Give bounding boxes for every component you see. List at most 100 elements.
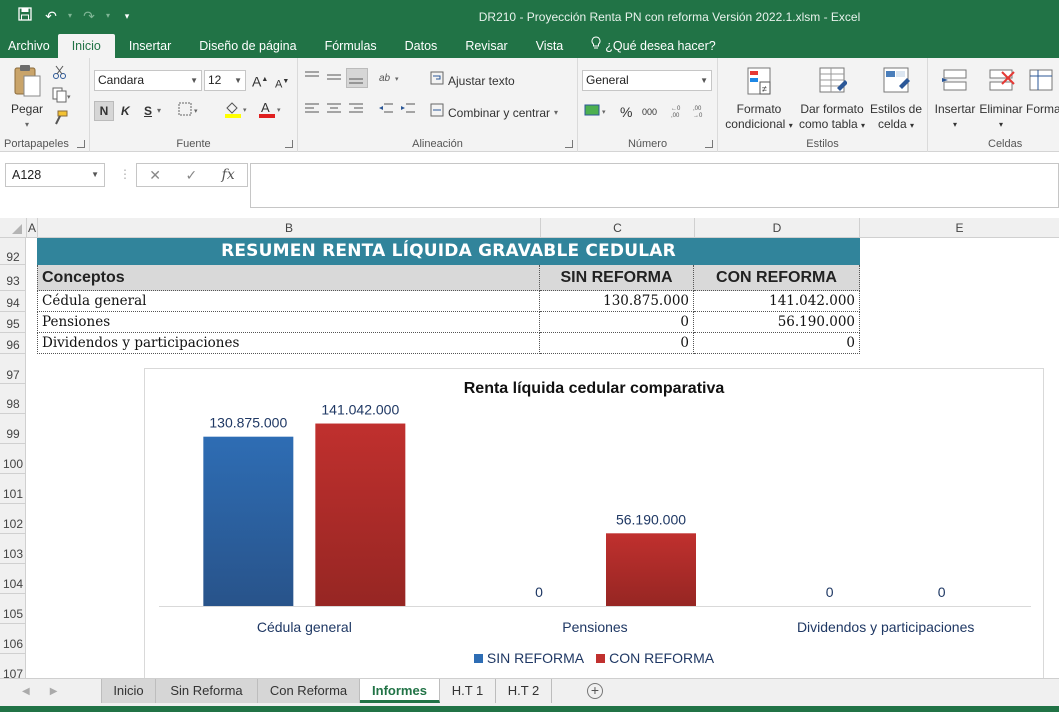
bar-sin-reforma[interactable] (203, 436, 294, 606)
sheet-tab-ht2[interactable]: H.T 2 (496, 679, 552, 703)
insert-cells-button[interactable]: Insertar ▾ (930, 66, 980, 132)
font-color-icon[interactable]: A ▾ (258, 100, 284, 123)
fuente-launcher-icon[interactable] (285, 140, 293, 148)
tab-revisar[interactable]: Revisar (451, 34, 521, 58)
sin-reforma-cell[interactable]: 130.875.000 (540, 291, 694, 312)
borders-icon[interactable]: ▾ (178, 102, 202, 121)
bar-con-reforma[interactable] (315, 423, 406, 606)
header-conceptos[interactable]: Conceptos (37, 265, 540, 291)
summary-title-band[interactable]: RESUMEN RENTA LÍQUIDA GRAVABLE CEDULAR (37, 238, 860, 265)
merge-center-button[interactable]: Combinar y centrar ▾ (430, 103, 558, 122)
tab-formulas[interactable]: Fórmulas (311, 34, 391, 58)
bar-con-reforma[interactable] (606, 533, 696, 606)
format-cells-button[interactable]: Forma (1026, 66, 1059, 117)
alineacion-launcher-icon[interactable] (565, 140, 573, 148)
sheet-tab-ht1[interactable]: H.T 1 (440, 679, 496, 703)
row-header[interactable]: 93 (0, 265, 26, 291)
align-top-icon[interactable] (304, 70, 320, 89)
underline-dropdown-icon[interactable]: ▾ (157, 102, 161, 120)
concept-cell[interactable]: Dividendos y participaciones (37, 333, 540, 354)
header-con-reforma[interactable]: CON REFORMA (694, 265, 860, 291)
sheet-tab-con-reforma[interactable]: Con Reforma (258, 679, 360, 703)
copy-icon[interactable]: ▾ (52, 87, 72, 108)
row-header[interactable]: 94 (0, 291, 26, 312)
font-name-select[interactable]: Candara ▼ (94, 70, 202, 91)
row-header[interactable]: 97 (0, 354, 26, 384)
tab-datos[interactable]: Datos (391, 34, 452, 58)
align-middle-icon[interactable] (326, 70, 342, 89)
tell-me-box[interactable]: ¿Qué desea hacer? (577, 34, 730, 58)
sheet-tab-inicio[interactable]: Inicio (101, 679, 156, 703)
row-header[interactable]: 99 (0, 414, 26, 444)
con-reforma-cell[interactable]: 0 (694, 333, 860, 354)
number-format-select[interactable]: General ▼ (582, 70, 712, 91)
accounting-format-icon[interactable]: ▾ (584, 102, 610, 123)
header-sin-reforma[interactable]: SIN REFORMA (540, 265, 694, 291)
orientation-icon[interactable]: ab ▾ (378, 70, 404, 89)
percent-button[interactable]: % (620, 103, 632, 121)
tab-diseno-pagina[interactable]: Diseño de página (185, 34, 310, 58)
paste-dropdown-icon[interactable]: ▾ (6, 117, 48, 132)
sheet-nav-icons[interactable]: ◀▶ (22, 686, 77, 697)
align-center-icon[interactable] (326, 102, 342, 121)
increase-decimal-icon[interactable]: ←0,00 (670, 102, 688, 123)
chart-legend[interactable]: SIN REFORMA CON REFORMA (145, 650, 1043, 666)
row-header[interactable]: 102 (0, 504, 26, 534)
align-left-icon[interactable] (304, 102, 320, 121)
data-label[interactable]: 0 (535, 584, 543, 600)
legend-item-con-reforma[interactable]: CON REFORMA (596, 650, 714, 666)
underline-button[interactable]: S (144, 102, 152, 120)
data-label[interactable]: 0 (826, 584, 834, 600)
sheet-tab-sin-reforma[interactable]: Sin Reforma (156, 679, 258, 703)
worksheet-grid[interactable]: RESUMEN RENTA LÍQUIDA GRAVABLE CEDULAR C… (27, 238, 1059, 678)
row-header[interactable]: 107 (0, 654, 26, 681)
column-header-a[interactable]: A (27, 218, 38, 238)
conditional-format-button[interactable]: ≠ Formato condicional ▾ (720, 66, 798, 133)
format-painter-icon[interactable] (52, 110, 68, 131)
tab-inicio[interactable]: Inicio (57, 34, 115, 58)
concept-cell[interactable]: Cédula general (37, 291, 540, 312)
font-size-select[interactable]: 12 ▼ (204, 70, 246, 91)
row-header[interactable]: 101 (0, 474, 26, 504)
add-sheet-icon[interactable]: + (587, 683, 603, 699)
delete-cells-button[interactable]: Eliminar ▾ (978, 66, 1024, 132)
column-header-b[interactable]: B (38, 218, 541, 238)
align-bottom-icon[interactable] (346, 68, 368, 88)
enter-icon[interactable]: ✓ (185, 167, 197, 184)
row-header[interactable]: 104 (0, 564, 26, 594)
sin-reforma-cell[interactable]: 0 (540, 333, 694, 354)
bold-button[interactable]: N (94, 101, 114, 121)
con-reforma-cell[interactable]: 141.042.000 (694, 291, 860, 312)
wrap-text-button[interactable]: Ajustar texto (430, 71, 515, 90)
cancel-icon[interactable]: ✕ (149, 167, 161, 184)
column-header-e[interactable]: E (860, 218, 1059, 238)
fill-color-icon[interactable]: ▾ (224, 100, 250, 123)
decrease-indent-icon[interactable] (378, 102, 394, 121)
portapapeles-launcher-icon[interactable] (77, 140, 85, 148)
sheet-tab-informes[interactable]: Informes (360, 679, 440, 703)
data-label[interactable]: 141.042.000 (321, 402, 399, 418)
tab-archivo[interactable]: Archivo (0, 34, 58, 58)
insert-function-icon[interactable]: fx (222, 167, 235, 183)
format-as-table-button[interactable]: Dar formato como tabla ▾ (798, 66, 866, 133)
name-box[interactable]: A128 ▼ (5, 163, 105, 187)
row-header[interactable]: 100 (0, 444, 26, 474)
cut-icon[interactable] (52, 64, 68, 85)
row-header[interactable]: 96 (0, 333, 26, 354)
formula-input[interactable] (250, 163, 1059, 208)
numero-launcher-icon[interactable] (705, 140, 713, 148)
increase-indent-icon[interactable] (400, 102, 416, 121)
tab-vista[interactable]: Vista (522, 34, 578, 58)
decrease-decimal-icon[interactable]: ,00 →0 (692, 102, 710, 123)
chart-renta-liquida[interactable]: Renta líquida cedular comparativa 130.87… (144, 368, 1044, 678)
cell-styles-button[interactable]: Estilos de celda ▾ (868, 66, 924, 133)
row-header[interactable]: 106 (0, 624, 26, 654)
select-all-corner[interactable] (0, 218, 27, 238)
row-header[interactable]: 95 (0, 312, 26, 333)
row-header[interactable]: 105 (0, 594, 26, 624)
con-reforma-cell[interactable]: 56.190.000 (694, 312, 860, 333)
increase-font-icon[interactable]: A▲ (252, 71, 268, 91)
align-right-icon[interactable] (348, 102, 364, 121)
row-header[interactable]: 98 (0, 384, 26, 414)
legend-item-sin-reforma[interactable]: SIN REFORMA (473, 650, 584, 666)
